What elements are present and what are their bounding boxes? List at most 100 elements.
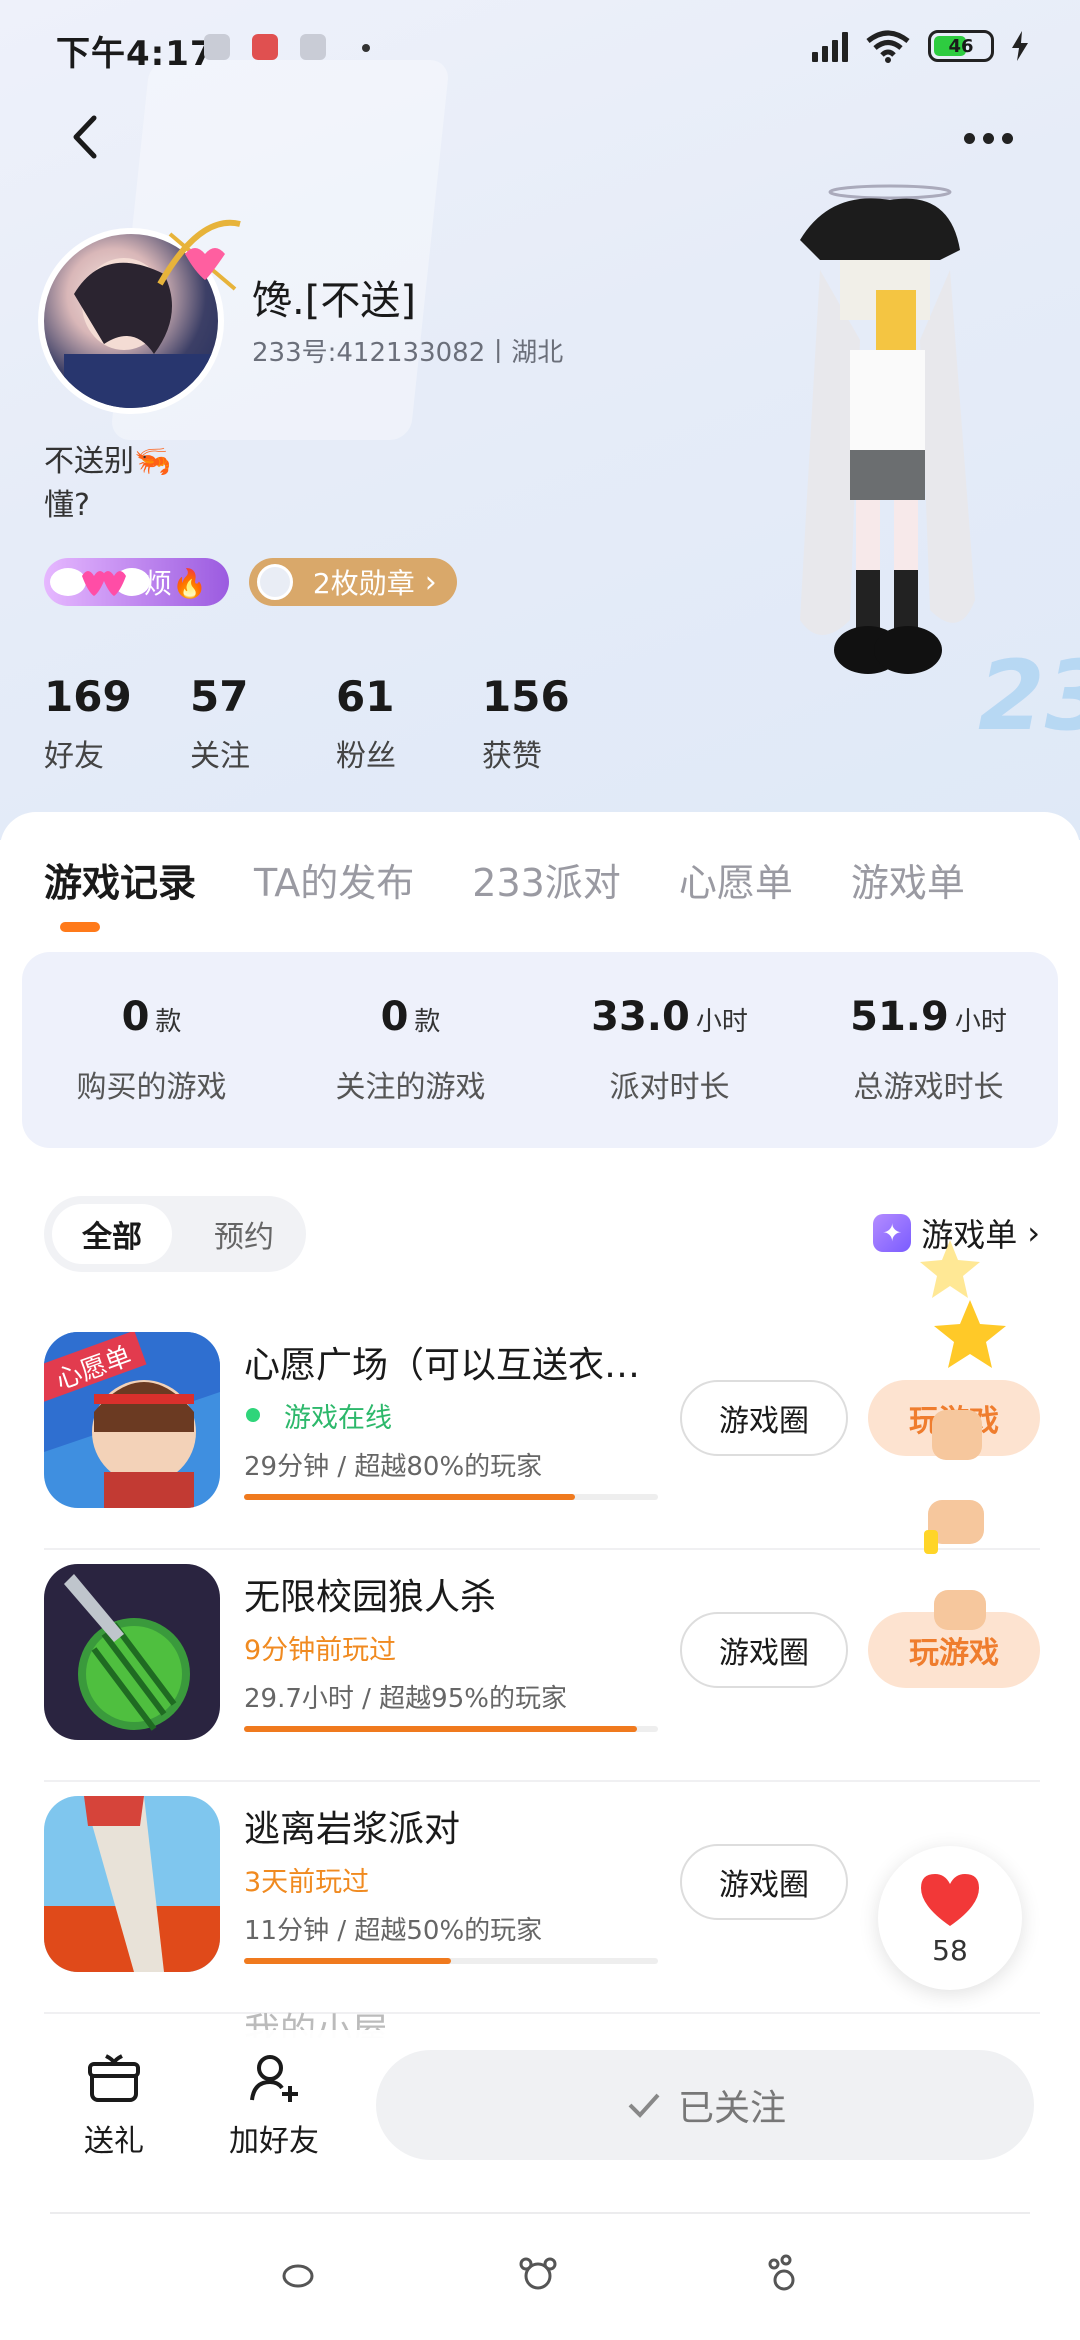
game-status: 9分钟前玩过 xyxy=(244,1635,397,1666)
nav-back-icon[interactable] xyxy=(278,2254,318,2294)
battery-icon: 46 xyxy=(928,30,994,62)
gift-icon xyxy=(88,2054,140,2102)
playtime-progress xyxy=(244,1958,658,1964)
heart-icon xyxy=(921,1873,979,1926)
medals-label: 2枚勋章 xyxy=(312,567,415,600)
summary-label: 总游戏时长 xyxy=(853,1070,1004,1105)
stat-followers[interactable]: 61 粉丝 xyxy=(336,672,482,775)
add-friend-label: 加好友 xyxy=(229,2124,319,2159)
summary-purchased: 0款 购买的游戏 xyxy=(22,952,281,1148)
summary-value: 33.0 xyxy=(591,994,690,1040)
progress-fill xyxy=(244,1726,638,1732)
signal-icon xyxy=(812,30,848,62)
followed-label: 已关注 xyxy=(677,2088,786,2129)
like-animation-decoration xyxy=(920,1240,1006,1630)
add-friend-icon xyxy=(250,2055,298,2102)
medal-icon xyxy=(256,564,293,600)
game-summary: 0款 购买的游戏 0款 关注的游戏 33.0 小时 派对时长 51.9 小时 总游戏… xyxy=(22,952,1058,1148)
level-tag[interactable]: 烦🔥 xyxy=(44,558,229,606)
stat-likes[interactable]: 156 获赞 xyxy=(482,672,628,775)
stat-value: 61 xyxy=(336,672,395,721)
gift-button[interactable]: 送礼 xyxy=(54,2050,174,2160)
summary-unit: 小时 xyxy=(954,1007,1007,1037)
playtime-progress xyxy=(244,1494,658,1500)
avatar-character-3d[interactable] xyxy=(760,180,1010,750)
game-circle-button[interactable]: 游戏圈 xyxy=(680,1612,848,1688)
filter-segment: 全部 预约 xyxy=(44,1196,306,1272)
game-status: 3天前玩过 xyxy=(244,1867,370,1898)
user-id-location: 233号:412133082丨湖北 xyxy=(252,338,564,368)
summary-label: 派对时长 xyxy=(609,1070,730,1105)
cupid-bow-frame-icon xyxy=(157,219,241,291)
game-name: 逃离岩浆派对 xyxy=(244,1809,461,1850)
bottom-action-bar: 送礼 加好友 已关注 xyxy=(0,2030,1080,2210)
status-time: 下午4:17 xyxy=(56,34,215,74)
stat-label: 好友 xyxy=(44,739,104,774)
app-notification-icon xyxy=(252,34,278,60)
add-friend-button[interactable]: 加好友 xyxy=(214,2050,334,2160)
game-row[interactable]: 心愿单 心愿广场（可以互送衣… 游戏在线 29分钟 / 超越80%的玩家 游戏圈… xyxy=(44,1318,1040,1550)
stat-label: 关注 xyxy=(190,739,250,774)
more-notifications-dot xyxy=(362,44,370,52)
nickname: 馋.[不送] xyxy=(252,278,416,324)
progress-fill xyxy=(244,1494,576,1500)
game-playtime: 11分钟 / 超越50%的玩家 xyxy=(244,1916,543,1946)
level-tag-label: 烦🔥 xyxy=(144,567,207,600)
charging-icon xyxy=(1012,31,1028,61)
filter-all[interactable]: 全部 xyxy=(52,1204,172,1264)
tab-party[interactable]: 233派对 xyxy=(472,852,621,907)
wifi-icon xyxy=(866,30,910,63)
like-button[interactable]: 58 xyxy=(878,1846,1022,1990)
stat-friends[interactable]: 169 好友 xyxy=(44,672,190,775)
summary-value: 0 xyxy=(121,994,150,1040)
bio: 不送别🦐 懂? xyxy=(44,444,172,523)
back-icon[interactable] xyxy=(62,112,112,162)
profile-stats: 169 好友 57 关注 61 粉丝 156 获赞 xyxy=(44,672,628,775)
game-circle-button[interactable]: 游戏圈 xyxy=(680,1844,848,1920)
status-right: 46 xyxy=(812,26,1028,66)
stat-label: 粉丝 xyxy=(336,739,396,774)
gift-label: 送礼 xyxy=(84,2124,144,2159)
game-playtime: 29分钟 / 超越80%的玩家 xyxy=(244,1452,543,1482)
followed-button[interactable]: 已关注 xyxy=(376,2050,1034,2160)
tab-indicator xyxy=(60,922,100,932)
tab-game-records[interactable]: 游戏记录 xyxy=(44,852,196,907)
summary-unit: 款 xyxy=(155,1007,182,1037)
game-name: 无限校园狼人杀 xyxy=(244,1577,497,1618)
tab-posts[interactable]: TA的发布 xyxy=(254,852,414,907)
nav-home-icon[interactable] xyxy=(518,2254,558,2294)
summary-value: 0 xyxy=(380,994,409,1040)
stat-following[interactable]: 57 关注 xyxy=(190,672,336,775)
game-playtime: 29.7小时 / 超越95%的玩家 xyxy=(244,1684,567,1714)
profile-page: 下午4:17 46 馋.[不送] 233号:412133082丨湖北 不送别🦐 … xyxy=(0,0,1080,2340)
game-name: 心愿广场（可以互送衣… xyxy=(244,1345,641,1386)
notification-icon xyxy=(204,34,230,60)
summary-followed: 0款 关注的游戏 xyxy=(281,952,540,1148)
profile-tabs: 游戏记录 TA的发布 233派对 心愿单 游戏单 xyxy=(44,852,1023,907)
filter-reserved[interactable]: 预约 xyxy=(194,1204,294,1264)
status-bar: 下午4:17 46 xyxy=(0,0,1080,90)
game-row[interactable]: 无限校园狼人杀 9分钟前玩过 29.7小时 / 超越95%的玩家 游戏圈 玩游戏 xyxy=(44,1550,1040,1782)
nav-recents-icon[interactable] xyxy=(764,2254,804,2294)
game-icon-lava-escape xyxy=(44,1796,220,1972)
filter-row: 全部 预约 ✦ 游戏单 › xyxy=(44,1196,1040,1276)
game-circle-button[interactable]: 游戏圈 xyxy=(680,1380,848,1456)
game-icon-wish-square: 心愿单 xyxy=(44,1332,220,1508)
summary-party-time: 33.0 小时 派对时长 xyxy=(540,952,799,1148)
chevron-right-icon: › xyxy=(424,564,437,600)
summary-total-time: 51.9 小时 总游戏时长 xyxy=(799,952,1058,1148)
summary-label: 购买的游戏 xyxy=(76,1070,227,1105)
check-icon xyxy=(628,2093,660,2118)
tab-wishlist[interactable]: 心愿单 xyxy=(679,852,793,907)
playtime-progress xyxy=(244,1726,658,1732)
stat-value: 57 xyxy=(190,672,249,721)
like-count: 58 xyxy=(932,1933,968,1967)
game-icon-werewolf xyxy=(44,1564,220,1740)
app-notification-icon xyxy=(300,34,326,60)
tab-game-lists[interactable]: 游戏单 xyxy=(851,852,965,907)
medals-tag[interactable]: 2枚勋章 › xyxy=(248,558,457,606)
stat-value: 156 xyxy=(482,672,570,721)
progress-fill xyxy=(244,1958,451,1964)
summary-unit: 款 xyxy=(414,1007,441,1037)
more-options-button[interactable] xyxy=(964,118,1024,158)
